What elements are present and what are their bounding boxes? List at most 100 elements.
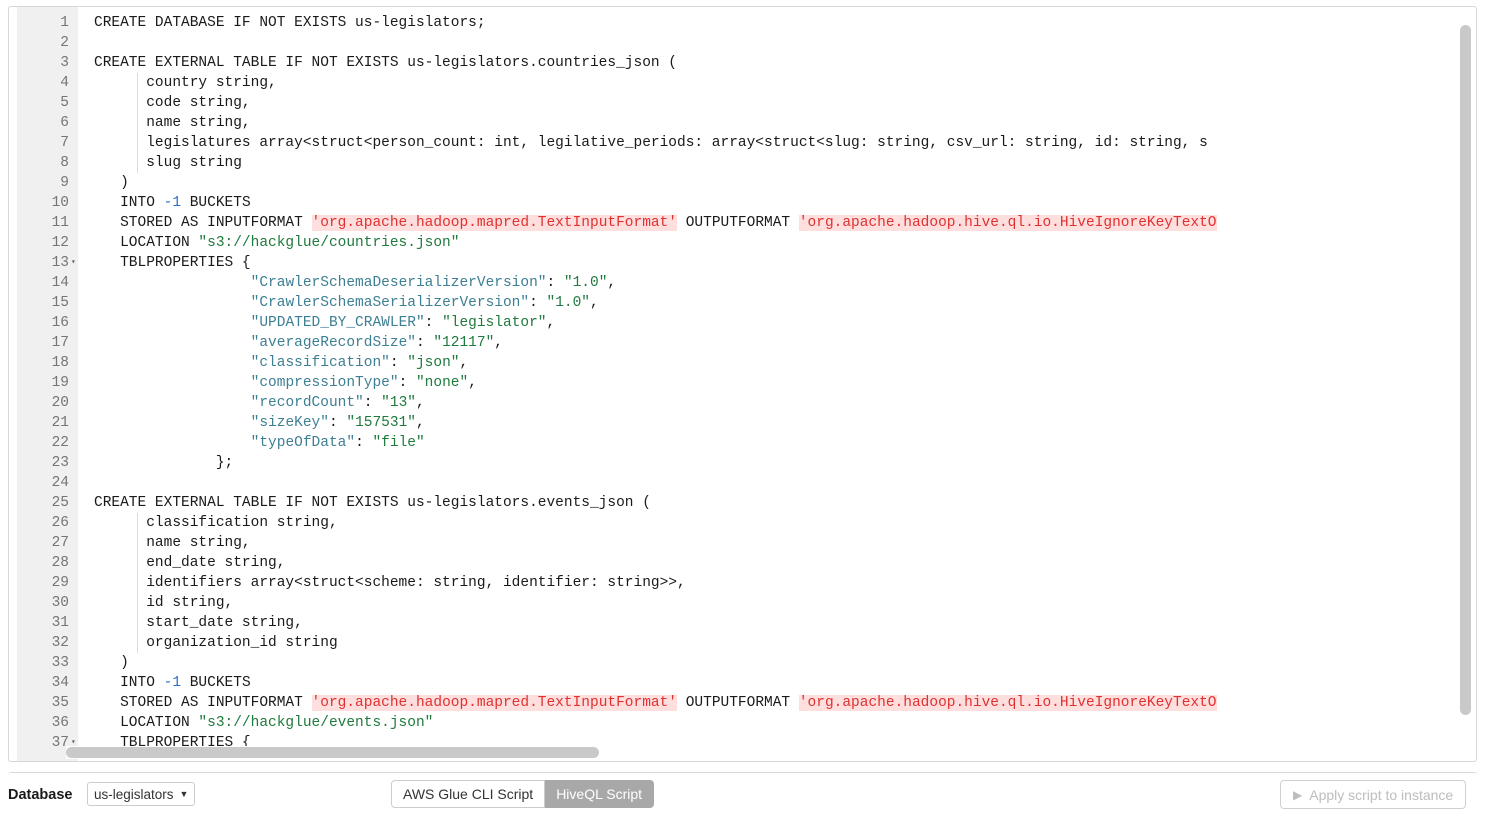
horizontal-scrollbar-thumb[interactable] [66, 747, 599, 758]
code-line-text: start_date string, [94, 615, 303, 631]
code-line[interactable]: 33 ) [9, 653, 1476, 673]
code-line[interactable]: 29 identifiers array<struct<scheme: stri… [9, 573, 1476, 593]
code-line-text: INTO -1 BUCKETS [94, 195, 251, 211]
code-line-text: ) [94, 655, 129, 671]
code-line[interactable]: 9 ) [9, 173, 1476, 193]
code-line-text: "averageRecordSize": "12117", [250, 335, 503, 351]
code-line-text: "UPDATED_BY_CRAWLER": "legislator", [250, 315, 556, 331]
code-line[interactable]: 17 "averageRecordSize": "12117", [9, 333, 1476, 353]
line-number: 23 [51, 455, 69, 471]
line-number: 20 [51, 395, 69, 411]
line-number: 1 [60, 15, 69, 31]
code-line[interactable]: 10 INTO -1 BUCKETS [9, 193, 1476, 213]
line-number: 28 [51, 555, 69, 571]
line-number: 19 [51, 375, 69, 391]
code-line[interactable]: 21 "sizeKey": "157531", [9, 413, 1476, 433]
code-line[interactable]: 22 "typeOfData": "file" [9, 433, 1476, 453]
code-fold-toggle-icon[interactable]: ▾ [71, 253, 81, 273]
play-icon: ▶ [1293, 787, 1303, 802]
line-number: 21 [51, 415, 69, 431]
code-line[interactable]: 19 "compressionType": "none", [9, 373, 1476, 393]
script-editor-viewport[interactable]: 1 CREATE DATABASE IF NOT EXISTS us-legisl… [9, 7, 1476, 761]
code-line-text: end_date string, [94, 555, 286, 571]
code-line[interactable]: 16 "UPDATED_BY_CRAWLER": "legislator", [9, 313, 1476, 333]
script-toolbar: Database us-legislators ▼ AWS Glue CLI S… [8, 773, 1477, 821]
code-line-text: code string, [94, 95, 251, 111]
code-line[interactable]: 7 legislatures array<struct<person_count… [9, 133, 1476, 153]
code-line-text: "classification": "json", [250, 355, 469, 371]
line-number: 7 [60, 135, 69, 151]
line-number: 10 [51, 195, 69, 211]
line-number: 32 [51, 635, 69, 651]
code-line-text: "CrawlerSchemaDeserializerVersion": "1.0… [250, 275, 617, 291]
line-number: 12 [51, 235, 69, 251]
line-number: 33 [51, 655, 69, 671]
code-line-text: name string, [94, 535, 251, 551]
code-line[interactable]: 1 CREATE DATABASE IF NOT EXISTS us-legisl… [9, 13, 1476, 33]
vertical-scrollbar-track[interactable] [1460, 9, 1474, 746]
code-line-text: classification string, [94, 515, 338, 531]
code-line[interactable]: 23 }; [9, 453, 1476, 473]
code-line[interactable]: 4 country string, [9, 73, 1476, 93]
code-line-text: CREATE DATABASE IF NOT EXISTS us-legisla… [94, 15, 486, 31]
code-line[interactable]: 34 INTO -1 BUCKETS [9, 673, 1476, 693]
code-content[interactable]: 1 CREATE DATABASE IF NOT EXISTS us-legisl… [9, 13, 1476, 753]
indent-guide [137, 513, 138, 653]
code-line-text: CREATE EXTERNAL TABLE IF NOT EXISTS us-l… [94, 495, 651, 511]
line-number: 24 [51, 475, 69, 491]
chevron-down-icon: ▼ [179, 789, 189, 799]
tab-aws-glue-cli-script[interactable]: AWS Glue CLI Script [391, 780, 546, 808]
code-line[interactable]: 6 name string, [9, 113, 1476, 133]
line-number: 13 [51, 255, 69, 271]
code-line[interactable]: 3 CREATE EXTERNAL TABLE IF NOT EXISTS us-… [9, 53, 1476, 73]
code-line[interactable]: 36 LOCATION "s3://hackglue/events.json" [9, 713, 1476, 733]
code-line[interactable]: 2 [9, 33, 1476, 53]
code-line[interactable]: 8 slug string [9, 153, 1476, 173]
code-line[interactable]: 27 name string, [9, 533, 1476, 553]
code-line-text: name string, [94, 115, 251, 131]
code-line[interactable]: 14 "CrawlerSchemaDeserializerVersion": "… [9, 273, 1476, 293]
code-line[interactable]: 35 STORED AS INPUTFORMAT 'org.apache.had… [9, 693, 1476, 713]
code-line-text: organization_id string [94, 635, 338, 651]
code-line[interactable]: 32 organization_id string [9, 633, 1476, 653]
code-line-text: TBLPROPERTIES { [94, 255, 251, 271]
code-line[interactable]: 12 LOCATION "s3://hackglue/countries.jso… [9, 233, 1476, 253]
code-line-text: "typeOfData": "file" [250, 435, 425, 451]
code-line[interactable]: 5 code string, [9, 93, 1476, 113]
code-line[interactable]: 18 "classification": "json", [9, 353, 1476, 373]
line-number: 6 [60, 115, 69, 131]
indent-guide [137, 73, 138, 173]
code-line[interactable]: 28 end_date string, [9, 553, 1476, 573]
database-label: Database [8, 787, 73, 803]
code-line[interactable]: 13 ▾ TBLPROPERTIES { [9, 253, 1476, 273]
code-line-text: }; [94, 455, 234, 471]
code-line-text: identifiers array<struct<scheme: string,… [94, 575, 686, 591]
code-line-text: INTO -1 BUCKETS [94, 675, 251, 691]
line-number: 9 [60, 175, 69, 191]
code-line-text: "CrawlerSchemaSerializerVersion": "1.0", [250, 295, 599, 311]
glue-script-editor-screen: 1 CREATE DATABASE IF NOT EXISTS us-legisl… [0, 0, 1485, 826]
apply-script-button-label: Apply script to instance [1309, 786, 1454, 803]
code-line[interactable]: 31 start_date string, [9, 613, 1476, 633]
code-line-text: slug string [94, 155, 242, 171]
code-line[interactable]: 30 id string, [9, 593, 1476, 613]
line-number: 35 [51, 695, 69, 711]
line-number: 30 [51, 595, 69, 611]
line-number: 11 [51, 215, 69, 231]
code-line-text: "compressionType": "none", [250, 375, 477, 391]
code-line[interactable]: 15 "CrawlerSchemaSerializerVersion": "1.… [9, 293, 1476, 313]
line-number: 34 [51, 675, 69, 691]
line-number: 25 [51, 495, 69, 511]
database-select[interactable]: us-legislators ▼ [87, 782, 196, 806]
database-select-value: us-legislators [94, 786, 174, 802]
line-number: 4 [60, 75, 69, 91]
code-line[interactable]: 24 [9, 473, 1476, 493]
code-line[interactable]: 25 CREATE EXTERNAL TABLE IF NOT EXISTS us… [9, 493, 1476, 513]
line-number: 26 [51, 515, 69, 531]
code-line[interactable]: 20 "recordCount": "13", [9, 393, 1476, 413]
code-line[interactable]: 26 classification string, [9, 513, 1476, 533]
vertical-scrollbar-thumb[interactable] [1460, 25, 1471, 715]
code-line[interactable]: 11 STORED AS INPUTFORMAT 'org.apache.had… [9, 213, 1476, 233]
tab-hiveql-script[interactable]: HiveQL Script [545, 780, 655, 808]
apply-script-to-instance-button[interactable]: ▶ Apply script to instance [1280, 780, 1467, 809]
